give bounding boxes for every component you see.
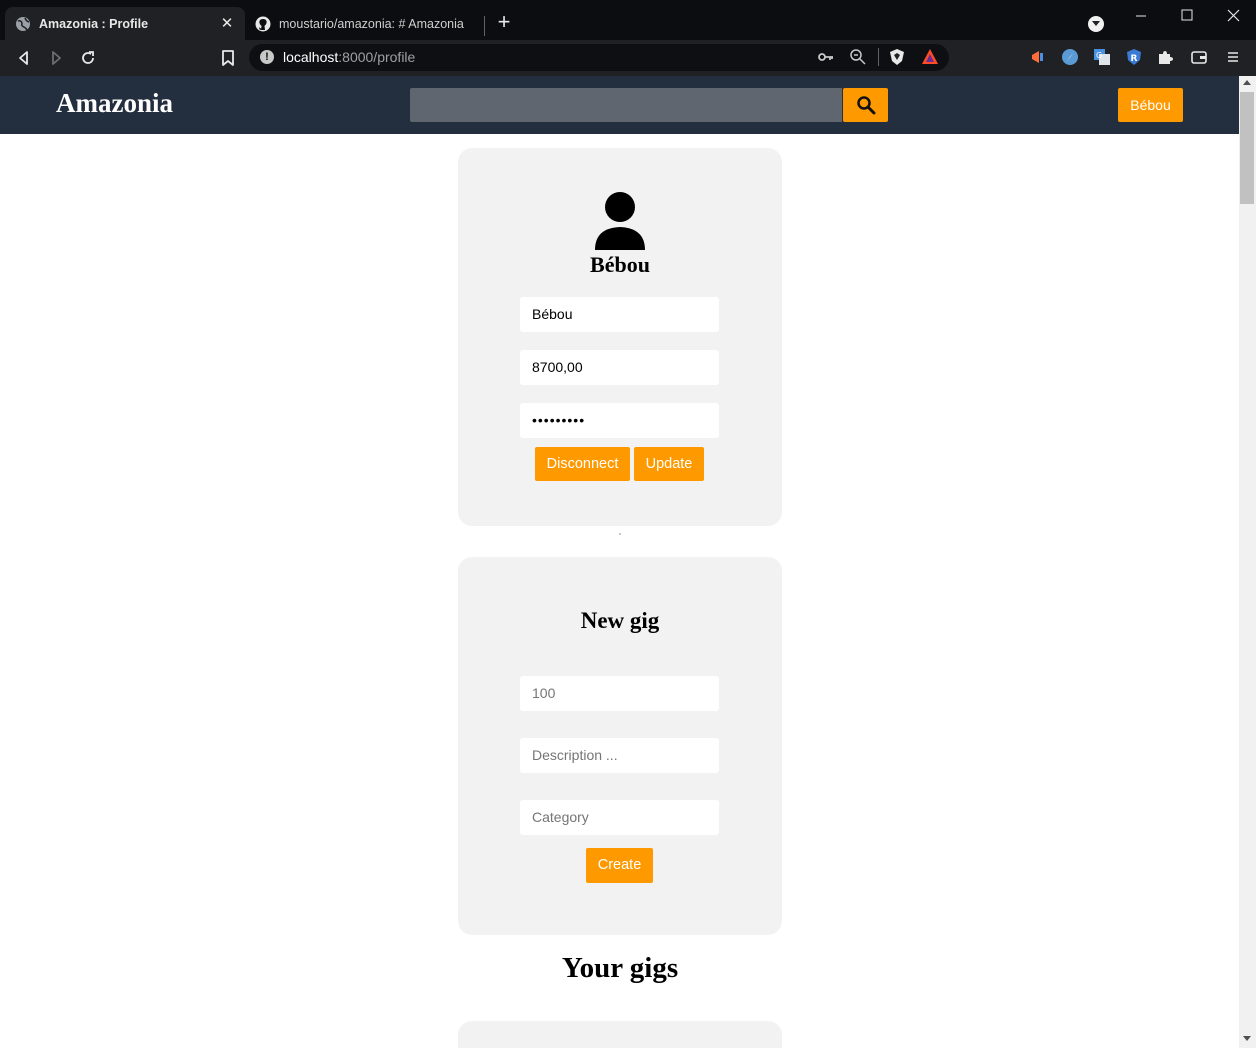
globe-icon [16,16,30,31]
close-window-icon[interactable] [1224,6,1244,26]
browser-tab-bar: Amazonia : Profile ✕ moustario/amazonia:… [0,0,1256,40]
category-field[interactable] [520,800,719,835]
gig-card [458,1021,782,1048]
svg-text:G: G [1096,51,1102,60]
minimize-icon[interactable] [1132,6,1152,26]
page-scrollbar[interactable] [1239,76,1256,1048]
price-field[interactable] [520,676,719,711]
update-button[interactable]: Update [634,447,704,481]
close-tab-icon[interactable]: ✕ [219,15,235,32]
menu-icon[interactable] [1224,48,1242,66]
extension-shield-icon[interactable]: R [1125,48,1143,66]
translate-icon[interactable]: G [1093,48,1111,66]
tab-title: Amazonia : Profile [39,16,149,31]
divider-dot [619,533,621,535]
new-tab-button[interactable]: + [494,11,514,33]
password-field[interactable] [520,403,719,438]
scrollbar-thumb[interactable] [1240,92,1254,204]
tab-search-icon[interactable] [1088,16,1104,32]
profile-name-heading: Bébou [590,252,650,277]
scroll-up-arrow-icon[interactable] [1243,80,1251,85]
bookmark-icon[interactable] [218,48,238,68]
description-field[interactable] [520,738,719,773]
site-info-icon[interactable]: ! [260,50,274,64]
url-host: localhost [283,49,339,65]
zoom-icon[interactable] [849,48,867,66]
brave-rewards-icon[interactable] [921,48,939,66]
github-icon [255,16,271,31]
url-path: :8000/profile [338,49,416,65]
search-icon [856,96,875,115]
brand-logo[interactable]: Amazonia [56,88,173,119]
user-icon [595,192,645,250]
maximize-icon[interactable] [1178,6,1198,26]
tab-title: moustario/amazonia: # Amazonia [279,16,464,31]
key-icon[interactable] [817,48,835,66]
forward-icon[interactable] [46,48,66,68]
reload-icon[interactable] [78,48,98,68]
url-text[interactable]: localhost:8000/profile [283,49,415,65]
username-field[interactable] [520,297,719,332]
omnibox-divider [878,48,879,66]
brave-shield-icon[interactable] [888,48,906,66]
svg-text:R: R [1131,54,1138,64]
extension-megaphone-icon[interactable] [1029,48,1047,66]
balance-field[interactable] [520,350,719,385]
create-gig-button[interactable]: Create [586,848,653,883]
user-account-button[interactable]: Bébou [1118,88,1183,122]
back-icon[interactable] [14,48,34,68]
your-gigs-heading: Your gigs [561,952,679,984]
new-gig-heading: New gig [580,608,660,633]
extension-compass-icon[interactable] [1061,48,1079,66]
puzzle-icon[interactable] [1156,48,1174,66]
disconnect-button[interactable]: Disconnect [535,447,630,481]
search-button[interactable] [843,88,888,122]
tab-separator [484,16,485,36]
tab-amazonia-profile[interactable]: Amazonia : Profile ✕ [5,7,245,40]
tab-github-amazonia[interactable]: moustario/amazonia: # Amazonia [245,7,485,40]
wallet-icon[interactable] [1190,48,1208,66]
search-input[interactable] [410,88,842,122]
scroll-down-arrow-icon[interactable] [1243,1036,1251,1041]
